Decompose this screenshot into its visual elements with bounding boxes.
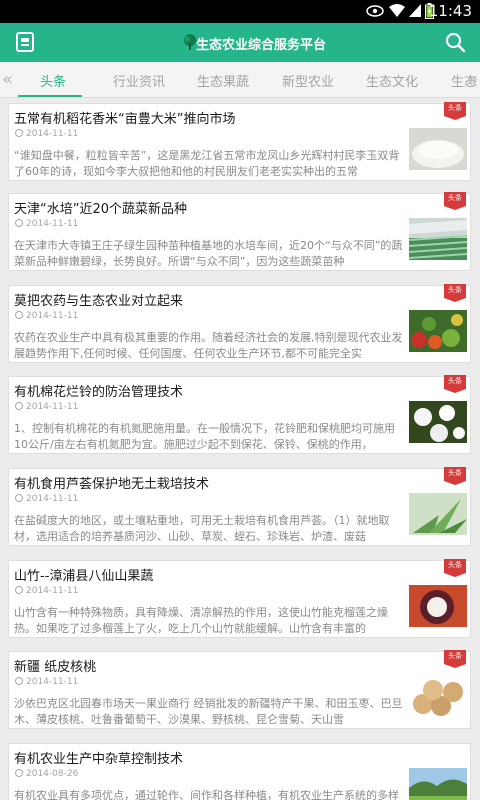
tab-industry-news[interactable]: 行业资讯 [113, 71, 165, 90]
walnut-image-icon [409, 676, 467, 718]
article-title: 天津“水培”近20个蔬菜新品种 [14, 202, 188, 217]
article-title: 五常有机稻花香米“亩豊大米”推向市场 [14, 112, 236, 127]
article-title: 有机棉花烂铃的防治管理技术 [14, 385, 184, 400]
clock-icon [15, 586, 23, 594]
article-card[interactable]: 莫把农药与生态农业对立起来 2014-11-11 农药在农业生产中具有极其重要的… [8, 284, 471, 363]
headline-badge: 头条 [444, 375, 466, 393]
greenhouse-image-icon [409, 218, 467, 260]
category-tabs: « 头条 行业资讯 生态果蔬 新型农业 生态文化 生态 » [0, 62, 480, 98]
article-date: 2014-08-26 [15, 769, 78, 779]
article-date: 2014-11-11 [15, 677, 78, 687]
clock-icon [15, 494, 23, 502]
article-title: 新疆 纸皮核桃 [14, 660, 97, 675]
mangosteen-image-icon [409, 585, 467, 627]
article-card[interactable]: 山竹--漳浦县八仙山果蔬 2014-11-11 山竹含有一种特殊物质，具有降燥、… [8, 559, 471, 638]
article-summary: “谁知盘中餐，粒粒皆辛苦”，这是黑龙江省五常市龙凤山乡光辉村村民李玉双背了60年… [14, 149, 400, 178]
eye-icon [366, 5, 384, 17]
article-date: 2014-11-11 [15, 219, 78, 229]
vegetables-image-icon [409, 310, 467, 352]
cotton-image-icon [409, 401, 467, 443]
rice-image-icon [409, 128, 467, 170]
article-summary: 有机农业具有多项优点，通过轮作、间作和各样种植，有机农业生产系统的多样 [14, 789, 399, 800]
wifi-icon [389, 4, 405, 17]
clock-icon [15, 402, 23, 410]
article-summary: 沙依巴克区北园春市场天一果业商行 经销批发的新疆特产干果、和田玉枣、巴旦木、薄皮… [14, 697, 403, 726]
article-card[interactable]: 有机棉花烂铃的防治管理技术 2014-11-11 1、控制有机棉花的有机氮肥施用… [8, 375, 471, 454]
article-title: 莫把农药与生态农业对立起来 [14, 294, 184, 309]
clock-icon [15, 769, 23, 777]
headline-badge: 头条 [444, 192, 466, 210]
app-header: 生态农业综合服务平台 [0, 23, 480, 62]
article-summary: 农药在农业生产中具有极其重要的作用。随着经济社会的发展,特别是现代农业发展趋势作… [14, 331, 403, 360]
scroll-left-icon[interactable]: « [2, 69, 13, 90]
headline-badge: 头条 [444, 102, 466, 120]
article-card[interactable]: 有机食用芦荟保护地无土栽培技术 2014-11-11 在盐碱度大的地区，或土壤粘… [8, 467, 471, 546]
tab-eco-produce[interactable]: 生态果蔬 [197, 71, 249, 90]
article-card[interactable]: 有机农业生产中杂草控制技术 2014-08-26 有机农业具有多项优点，通过轮作… [8, 743, 471, 800]
article-date: 2014-11-11 [15, 311, 78, 321]
article-date: 2014-11-11 [15, 586, 78, 596]
article-summary: 山竹含有一种特殊物质，具有降燥、清凉解热的作用，这使山竹能克榴莲之燥热。如果吃了… [14, 606, 388, 635]
article-card[interactable]: 天津“水培”近20个蔬菜新品种 2014-11-11 在天津市大寺镇王庄子绿生园… [8, 192, 471, 271]
article-date: 2014-11-11 [15, 494, 78, 504]
tab-eco-culture[interactable]: 生态文化 [366, 71, 418, 90]
active-tab-indicator [18, 95, 82, 97]
headline-badge: 头条 [444, 284, 466, 302]
clock-icon [15, 129, 23, 137]
article-title: 有机农业生产中杂草控制技术 [14, 752, 184, 767]
tab-new-agriculture[interactable]: 新型农业 [282, 71, 334, 90]
article-summary: 在盐碱度大的地区，或土壤粘重地，可用无土栽培有机食用芦荟。（1）就地取材，选用适… [14, 514, 390, 543]
article-date: 2014-11-11 [15, 402, 78, 412]
article-card[interactable]: 五常有机稻花香米“亩豊大米”推向市场 2014-11-11 “谁知盘中餐，粒粒皆… [8, 102, 471, 181]
headline-badge: 头条 [444, 467, 466, 485]
status-bar: 11:43 [0, 0, 480, 23]
article-title: 有机食用芦荟保护地无土栽培技术 [14, 477, 210, 492]
news-menu-icon[interactable] [14, 31, 36, 53]
clock-time: 11:43 [428, 2, 472, 20]
headline-badge: 头条 [444, 559, 466, 577]
field-image-icon [409, 768, 467, 800]
signal-icon [409, 4, 421, 17]
article-card[interactable]: 新疆 纸皮核桃 2014-11-11 沙依巴克区北园春市场天一果业商行 经销批发… [8, 650, 471, 729]
headline-badge: 头条 [444, 650, 466, 668]
article-summary: 1、控制有机棉花的有机氮肥施用量。在一般情况下，花铃肥和保桃肥均可施用10公斤/… [14, 422, 395, 451]
scroll-right-icon[interactable]: » [467, 69, 478, 90]
article-summary: 在天津市大寺镇王庄子绿生园种苗种植基地的水培车间，近20个“与众不同”的蔬菜新品… [14, 239, 403, 268]
clock-icon [15, 677, 23, 685]
article-date: 2014-11-11 [15, 129, 78, 139]
clock-icon [15, 311, 23, 319]
article-title: 山竹--漳浦县八仙山果蔬 [14, 569, 154, 584]
clock-icon [15, 219, 23, 227]
app-title: 生态农业综合服务平台 [196, 38, 327, 53]
search-icon[interactable] [444, 31, 466, 53]
aloe-image-icon [409, 493, 467, 535]
tab-headlines[interactable]: 头条 [40, 71, 66, 90]
